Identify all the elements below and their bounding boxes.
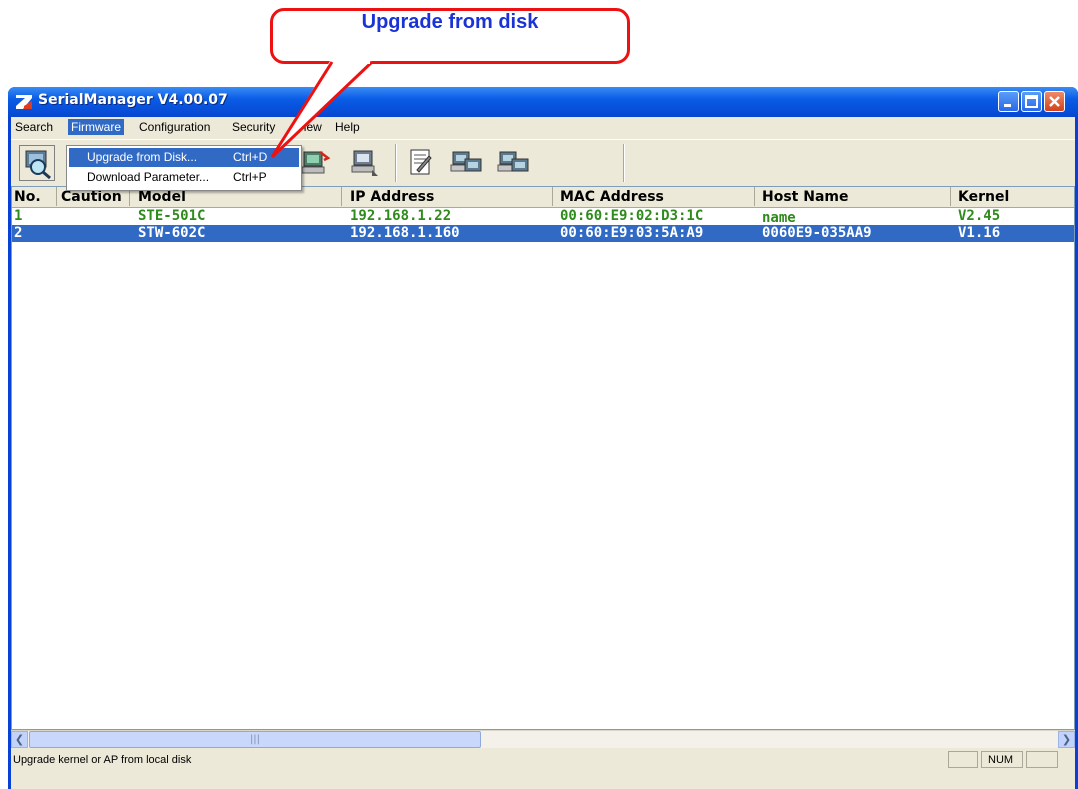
- close-icon: [1049, 96, 1060, 107]
- table-row-selected[interactable]: 2 STW-602C 192.168.1.160 00:60:E9:03:5A:…: [12, 225, 1074, 242]
- menu-item-download-parameter[interactable]: Download Parameter... Ctrl+P: [69, 168, 299, 187]
- cell-ip-address: 192.168.1.160: [350, 225, 460, 241]
- minimize-button[interactable]: [998, 91, 1019, 112]
- menu-item-shortcut: Ctrl+D: [233, 150, 268, 164]
- cell-no: 1: [14, 208, 23, 224]
- scrollbar-thumb[interactable]: |||: [29, 731, 481, 748]
- device-settings-button[interactable]: [346, 146, 380, 178]
- cell-kernel: V1.16: [958, 225, 1001, 241]
- callout-bubble: Upgrade from disk: [270, 8, 630, 64]
- computer-arrow-icon: [301, 151, 331, 174]
- menu-item-shortcut: Ctrl+P: [233, 170, 267, 184]
- cell-kernel: V2.45: [958, 208, 1001, 224]
- menu-firmware[interactable]: Firmware: [68, 119, 124, 135]
- maximize-button[interactable]: [1021, 91, 1042, 112]
- column-no[interactable]: No.: [14, 189, 41, 205]
- status-pane-num: NUM: [981, 751, 1023, 768]
- status-bar: Upgrade kernel or AP from local disk NUM: [11, 749, 1075, 771]
- menu-view[interactable]: View: [296, 120, 322, 134]
- column-model[interactable]: Model: [138, 189, 186, 205]
- column-caution[interactable]: Caution: [61, 189, 122, 205]
- toolbar-separator: [623, 144, 625, 182]
- cell-ip-address: 192.168.1.22: [350, 208, 452, 224]
- status-pane: [948, 751, 978, 768]
- cell-mac-address: 00:60:E9:03:5A:A9: [560, 225, 704, 241]
- scroll-right-button[interactable]: ❯: [1058, 731, 1075, 748]
- column-divider[interactable]: [341, 187, 342, 206]
- cell-mac-address: 00:60:E9:02:D3:1C: [560, 208, 704, 224]
- horizontal-scrollbar[interactable]: ❮ ||| ❯: [11, 730, 1075, 748]
- document-edit-icon: [410, 149, 432, 175]
- cell-model: STW-602C: [138, 225, 206, 241]
- computer-icon: [351, 150, 378, 176]
- column-divider[interactable]: [950, 187, 951, 206]
- column-divider[interactable]: [56, 187, 57, 206]
- num-lock-indicator: NUM: [988, 754, 1014, 766]
- menu-item-label: Upgrade from Disk...: [87, 150, 198, 164]
- cell-host-name: name: [762, 210, 796, 226]
- toolbar-separator: [395, 144, 397, 182]
- search-device-icon: [25, 150, 51, 180]
- column-host-name[interactable]: Host Name: [762, 189, 848, 205]
- reboot-device-button[interactable]: [298, 146, 332, 178]
- download-config-button[interactable]: [496, 146, 530, 178]
- menu-bar: Search Firmware Configuration Security V…: [11, 117, 1075, 137]
- scroll-left-button[interactable]: ❮: [11, 731, 28, 748]
- computer-transfer-icon: [497, 151, 529, 172]
- menu-search[interactable]: Search: [15, 120, 53, 134]
- title-bar[interactable]: SerialManager V4.00.07: [8, 87, 1078, 117]
- maximize-icon: [1025, 95, 1038, 108]
- status-text: Upgrade kernel or AP from local disk: [13, 754, 192, 766]
- column-divider[interactable]: [754, 187, 755, 206]
- column-mac-address[interactable]: MAC Address: [560, 189, 664, 205]
- cell-model: STE-501C: [138, 208, 206, 224]
- upload-config-button[interactable]: [449, 146, 483, 178]
- menu-item-upgrade-from-disk[interactable]: Upgrade from Disk... Ctrl+D: [69, 148, 299, 167]
- table-row[interactable]: 1 STE-501C 192.168.1.22 00:60:E9:02:D3:1…: [12, 208, 1074, 226]
- minimize-icon: [1004, 104, 1011, 107]
- cell-no: 2: [14, 225, 23, 241]
- device-list[interactable]: No. Caution Model IP Address MAC Address…: [11, 186, 1075, 730]
- menu-security[interactable]: Security: [232, 120, 275, 134]
- column-kernel[interactable]: Kernel: [958, 189, 1009, 205]
- column-divider[interactable]: [552, 187, 553, 206]
- menu-help[interactable]: Help: [335, 120, 360, 134]
- menu-configuration[interactable]: Configuration: [139, 120, 210, 134]
- close-button[interactable]: [1044, 91, 1065, 112]
- cell-host-name: 0060E9-035AA9: [762, 225, 872, 241]
- client-area: Search Firmware Configuration Security V…: [11, 117, 1075, 789]
- status-pane: [1026, 751, 1058, 768]
- column-ip-address[interactable]: IP Address: [350, 189, 434, 205]
- menu-item-label: Download Parameter...: [87, 170, 210, 184]
- edit-configuration-button[interactable]: [403, 146, 437, 178]
- firmware-menu-dropdown: Upgrade from Disk... Ctrl+D Download Par…: [66, 145, 302, 191]
- search-device-button[interactable]: [19, 145, 55, 181]
- computer-transfer-icon: [450, 151, 482, 172]
- window-title: SerialManager V4.00.07: [38, 92, 228, 108]
- callout-text: Upgrade from disk: [361, 11, 539, 33]
- app-logo-icon: [16, 95, 32, 109]
- app-window: SerialManager V4.00.07 Search Firmware C…: [8, 87, 1078, 789]
